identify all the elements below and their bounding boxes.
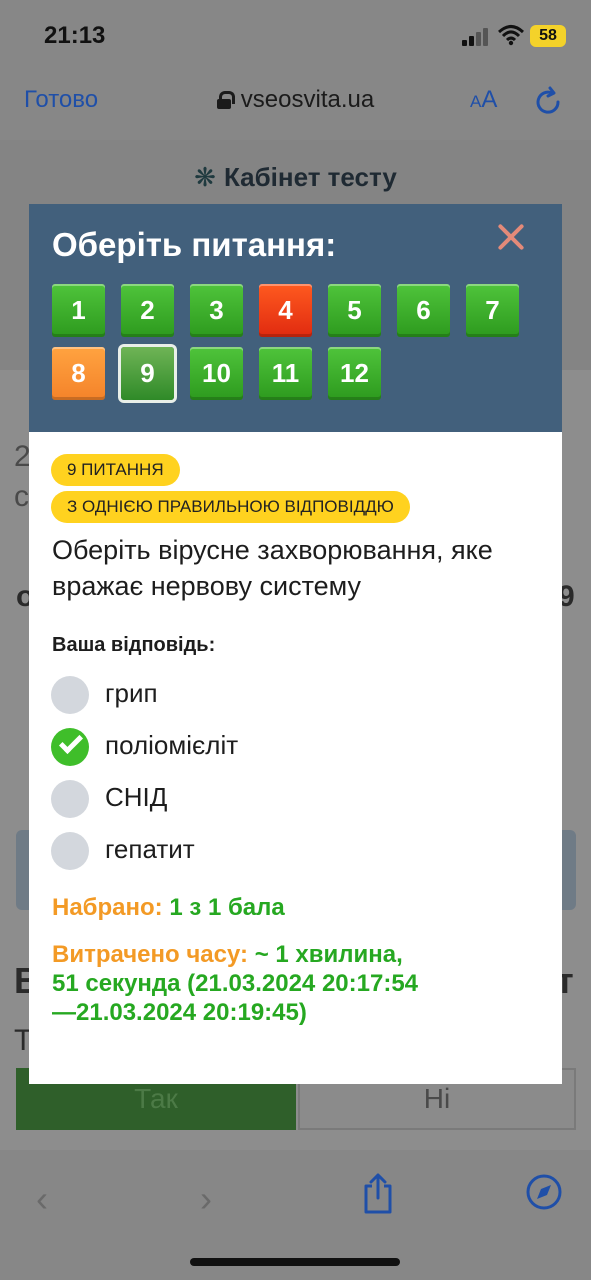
wifi-icon: [498, 25, 524, 46]
answer-option: СНІД: [51, 780, 531, 820]
battery-icon: 58: [530, 25, 566, 47]
question-number-button[interactable]: 11: [259, 347, 312, 400]
question-number-button-current[interactable]: 9: [121, 347, 174, 400]
page-title: ❋ Кабінет тесту: [194, 162, 397, 192]
question-number-button[interactable]: 1: [52, 284, 105, 337]
question-number-button[interactable]: 12: [328, 347, 381, 400]
answer-option-text: поліомієліт: [105, 730, 239, 760]
time-value: 51 секунда (21.03.2024 20:17:54: [52, 970, 419, 997]
question-results-modal: Оберіть питання: 1 2 3 4 5 6 7 8 9 10 11…: [29, 204, 562, 1084]
radio-unselected-icon: [51, 832, 89, 870]
compass-icon[interactable]: [526, 1174, 562, 1210]
question-number-button[interactable]: 7: [466, 284, 519, 337]
score-value: 1 з 1 бала: [169, 894, 285, 921]
logo-icon: ❋: [194, 162, 216, 192]
question-number-button[interactable]: 4: [259, 284, 312, 337]
home-indicator: [190, 1258, 400, 1266]
answer-option-text: грип: [105, 678, 158, 708]
modal-title: Оберіть питання:: [52, 226, 337, 263]
question-number-button[interactable]: 6: [397, 284, 450, 337]
question-number-badge: 9 ПИТАННЯ: [51, 454, 180, 486]
answer-label: Ваша відповідь:: [52, 634, 216, 656]
time-value: —21.03.2024 20:19:45): [52, 999, 307, 1026]
score-label: Набрано:: [52, 894, 163, 921]
answer-option: грип: [51, 676, 531, 716]
url-field[interactable]: vseosvita.ua: [0, 86, 591, 114]
radio-unselected-icon: [51, 676, 89, 714]
back-arrow-icon[interactable]: ‹: [36, 1178, 48, 1220]
answer-option-text: гепатит: [105, 834, 195, 864]
question-text: Оберіть вірусне захворювання, яке вражає…: [52, 535, 493, 601]
forward-arrow-icon[interactable]: ›: [200, 1178, 212, 1220]
radio-unselected-icon: [51, 780, 89, 818]
reload-icon[interactable]: [532, 86, 564, 118]
browser-address-bar: Готово vseosvita.ua AA: [0, 70, 591, 140]
text-size-button[interactable]: AA: [470, 86, 497, 114]
share-icon[interactable]: [360, 1172, 396, 1214]
url-text: vseosvita.ua: [240, 86, 375, 113]
time-label: Витрачено часу:: [52, 941, 249, 968]
question-number-button[interactable]: 5: [328, 284, 381, 337]
background-text-fragment: с: [14, 480, 29, 513]
modal-header: Оберіть питання: 1 2 3 4 5 6 7 8 9 10 11…: [29, 204, 562, 432]
close-icon[interactable]: [496, 222, 526, 252]
checkmark-icon: [51, 728, 89, 766]
time-value: ~ 1 хвилина,: [254, 941, 403, 968]
question-type-badge: З ОДНІЄЮ ПРАВИЛЬНОЮ ВІДПОВІДДЮ: [51, 491, 410, 523]
status-bar: 21:13 58: [0, 0, 591, 70]
answer-option: гепатит: [51, 832, 531, 872]
status-time: 21:13: [44, 22, 106, 49]
score-summary: Набрано: 1 з 1 бала: [52, 894, 285, 922]
answer-option-selected: поліомієліт: [51, 728, 531, 768]
lock-icon: [216, 91, 235, 109]
question-number-button[interactable]: 2: [121, 284, 174, 337]
time-summary: Витрачено часу: ~ 1 хвилина, 51 секунда …: [52, 940, 532, 1027]
question-number-button[interactable]: 3: [190, 284, 243, 337]
question-number-button[interactable]: 8: [52, 347, 105, 400]
answer-option-text: СНІД: [105, 782, 168, 812]
question-number-button[interactable]: 10: [190, 347, 243, 400]
cellular-signal-icon: [462, 28, 492, 46]
